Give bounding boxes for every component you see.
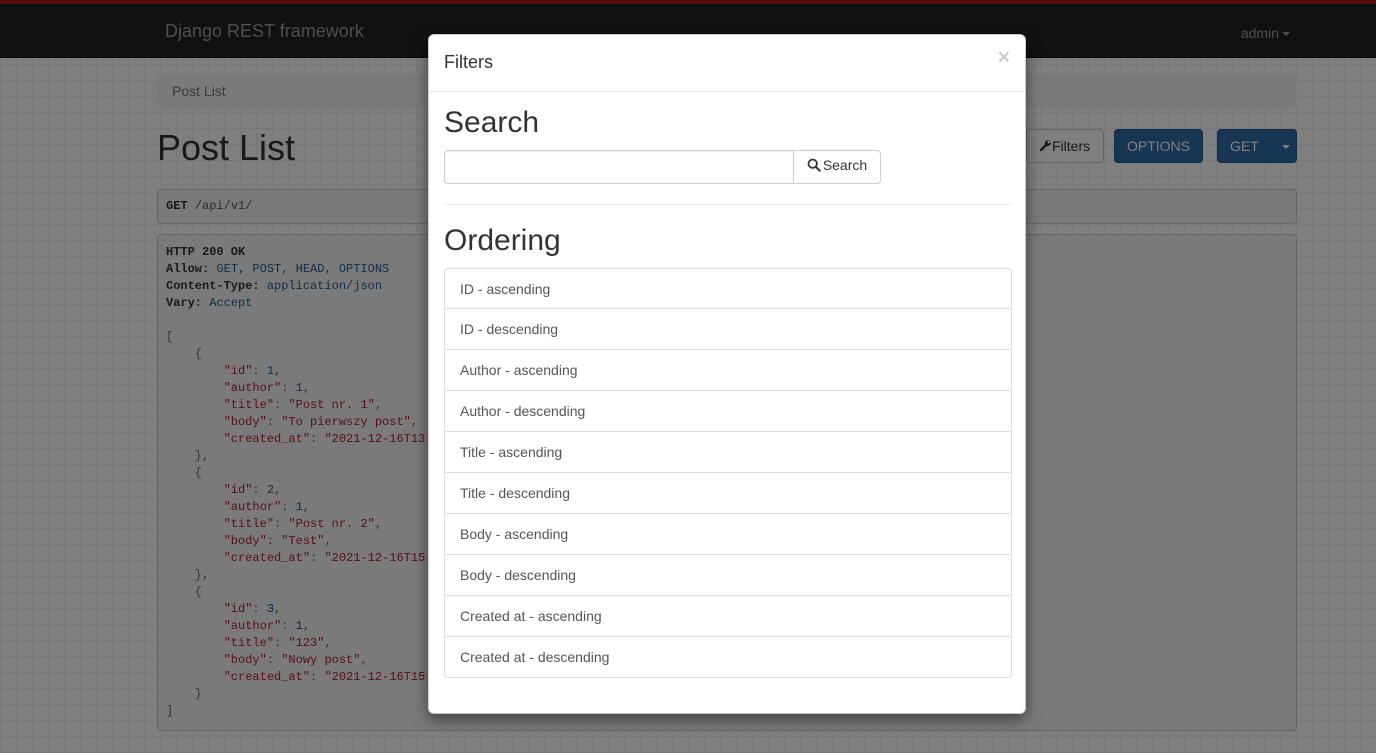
ordering-option[interactable]: ID - ascending <box>444 268 1012 309</box>
modal-header: Filters × <box>429 35 1025 92</box>
search-button[interactable]: Search <box>793 150 881 184</box>
search-input[interactable] <box>444 150 794 184</box>
ordering-option[interactable]: ID - descending <box>444 309 1012 350</box>
ordering-option[interactable]: Created at - ascending <box>444 596 1012 637</box>
ordering-option[interactable]: Body - ascending <box>444 514 1012 555</box>
ordering-option[interactable]: Author - ascending <box>444 350 1012 391</box>
modal-title: Filters <box>444 52 493 72</box>
ordering-option[interactable]: Title - descending <box>444 473 1012 514</box>
filters-modal: Filters × Search Search Ordering ID - as… <box>428 34 1026 714</box>
ordering-option[interactable]: Created at - descending <box>444 637 1012 678</box>
ordering-option[interactable]: Title - ascending <box>444 432 1012 473</box>
ordering-option[interactable]: Body - descending <box>444 555 1012 596</box>
search-heading: Search <box>444 106 540 139</box>
divider <box>444 204 1012 205</box>
ordering-list: ID - ascending ID - descending Author - … <box>444 268 1012 678</box>
search-button-label: Search <box>822 157 868 173</box>
ordering-heading: Ordering <box>444 224 561 257</box>
close-icon[interactable]: × <box>998 47 1010 68</box>
search-icon <box>807 158 821 172</box>
ordering-option[interactable]: Author - descending <box>444 391 1012 432</box>
